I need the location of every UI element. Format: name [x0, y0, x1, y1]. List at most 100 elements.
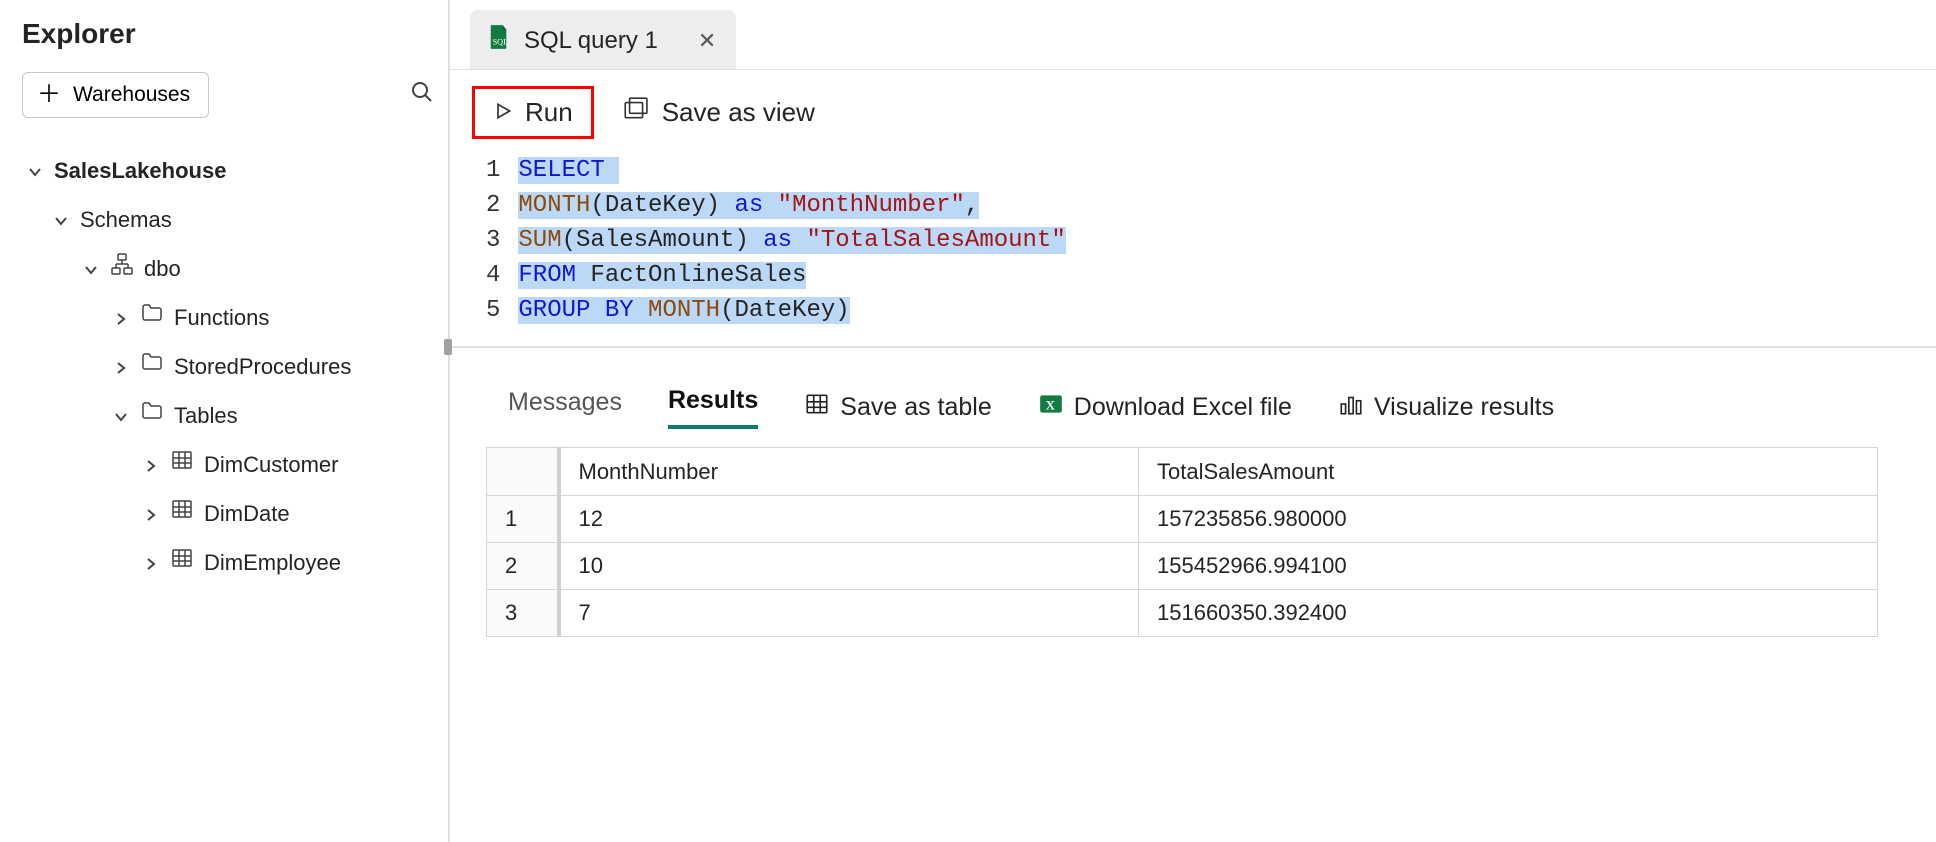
chevron-down-icon	[26, 154, 44, 187]
sql-editor[interactable]: 1 2 3 4 5 SELECT MONTH(DateKey) as "Mont…	[450, 153, 1936, 328]
main-area: SQL SQL query 1 ✕ Run Save as view 1 2 3…	[450, 0, 1936, 842]
save-as-view-icon	[622, 96, 648, 129]
tree-node-tables[interactable]: Tables	[22, 391, 434, 440]
table-row[interactable]: 3 7 151660350.392400	[487, 590, 1878, 637]
tab-sql-query-1[interactable]: SQL SQL query 1 ✕	[470, 10, 736, 69]
line-number: 5	[486, 293, 500, 328]
plus-icon: ＋	[37, 83, 61, 107]
line-number: 2	[486, 188, 500, 223]
cell-monthnumber: 7	[559, 590, 1139, 637]
cell-monthnumber: 10	[559, 543, 1139, 590]
code-token: (DateKey)	[590, 192, 720, 219]
tree-label: StoredProcedures	[174, 350, 351, 383]
save-as-table-label: Save as table	[840, 393, 992, 422]
tree-node-dimemployee[interactable]: DimEmployee	[22, 538, 434, 587]
save-as-view-button[interactable]: Save as view	[622, 96, 815, 129]
kw-as: as	[763, 227, 792, 254]
row-number: 1	[487, 496, 559, 543]
chevron-right-icon	[142, 448, 160, 481]
tab-strip: SQL SQL query 1 ✕	[450, 0, 1936, 70]
folder-icon	[140, 399, 164, 432]
tree-label: Tables	[174, 399, 238, 432]
explorer-panel: Explorer ＋ Warehouses SalesLakehouse Sch…	[0, 0, 450, 842]
tree-label: DimDate	[204, 497, 290, 530]
line-number: 4	[486, 258, 500, 293]
query-toolbar: Run Save as view	[450, 70, 1936, 151]
tab-label: SQL query 1	[524, 27, 658, 55]
rownum-header	[487, 448, 559, 496]
folder-icon	[140, 350, 164, 383]
bar-chart-icon	[1338, 391, 1364, 424]
row-number: 3	[487, 590, 559, 637]
download-excel-label: Download Excel file	[1074, 393, 1292, 422]
str-alias: "TotalSalesAmount"	[806, 227, 1065, 254]
chevron-right-icon	[112, 350, 130, 383]
play-icon	[493, 97, 513, 128]
run-label: Run	[525, 97, 573, 128]
fn-month: MONTH	[518, 192, 590, 219]
tree-label: DimEmployee	[204, 546, 341, 579]
cell-totalsalesamount: 157235856.980000	[1139, 496, 1878, 543]
results-grid[interactable]: MonthNumber TotalSalesAmount 1 12 157235…	[450, 447, 1936, 637]
svg-text:X: X	[1045, 397, 1055, 412]
add-warehouses-button[interactable]: ＋ Warehouses	[22, 72, 209, 118]
chevron-right-icon	[142, 497, 160, 530]
tree-node-dbo[interactable]: dbo	[22, 244, 434, 293]
sql-file-icon: SQL	[488, 24, 510, 57]
kw-group: GROUP	[518, 297, 590, 324]
column-header-totalsalesamount[interactable]: TotalSalesAmount	[1139, 448, 1878, 496]
tree-node-schemas[interactable]: Schemas	[22, 195, 434, 244]
save-as-table-button[interactable]: Save as table	[804, 391, 992, 424]
table-icon	[170, 497, 194, 530]
row-number: 2	[487, 543, 559, 590]
schema-icon	[110, 252, 134, 285]
table-icon	[170, 546, 194, 579]
table-row[interactable]: 1 12 157235856.980000	[487, 496, 1878, 543]
table-grid-icon	[804, 391, 830, 424]
cell-totalsalesamount: 155452966.994100	[1139, 543, 1878, 590]
chevron-down-icon	[52, 203, 70, 236]
editor-results-splitter[interactable]	[450, 346, 1936, 348]
tree-node-dimcustomer[interactable]: DimCustomer	[22, 440, 434, 489]
chevron-right-icon	[112, 301, 130, 334]
save-as-view-label: Save as view	[662, 97, 815, 128]
run-button[interactable]: Run	[472, 86, 594, 139]
tab-results[interactable]: Results	[668, 386, 758, 429]
tree-node-saleslakehouse[interactable]: SalesLakehouse	[22, 146, 434, 195]
code-body: SELECT MONTH(DateKey) as "MonthNumber", …	[518, 153, 1065, 328]
kw-by: BY	[605, 297, 634, 324]
tree-label: Functions	[174, 301, 269, 334]
chevron-down-icon	[82, 252, 100, 285]
warehouses-label: Warehouses	[73, 83, 190, 107]
str-alias: "MonthNumber"	[778, 192, 965, 219]
column-header-monthnumber[interactable]: MonthNumber	[559, 448, 1139, 496]
download-excel-button[interactable]: X Download Excel file	[1038, 391, 1292, 424]
table-row[interactable]: 2 10 155452966.994100	[487, 543, 1878, 590]
tree-node-dimdate[interactable]: DimDate	[22, 489, 434, 538]
kw-as: as	[734, 192, 763, 219]
fn-month: MONTH	[648, 297, 720, 324]
tree-node-functions[interactable]: Functions	[22, 293, 434, 342]
tree-label: DimCustomer	[204, 448, 338, 481]
line-number: 3	[486, 223, 500, 258]
cell-totalsalesamount: 151660350.392400	[1139, 590, 1878, 637]
line-number: 1	[486, 153, 500, 188]
chevron-right-icon	[142, 546, 160, 579]
close-icon[interactable]: ✕	[698, 28, 716, 54]
explorer-tree: SalesLakehouse Schemas dbo Functions Sto…	[22, 146, 434, 587]
splitter-handle-icon	[444, 339, 452, 355]
kw-select: SELECT	[518, 157, 604, 184]
tree-label: dbo	[144, 252, 181, 285]
search-icon[interactable]	[410, 80, 434, 111]
code-token: (SalesAmount)	[562, 227, 749, 254]
svg-text:SQL: SQL	[493, 37, 509, 46]
explorer-title: Explorer	[22, 18, 434, 50]
table-header-row: MonthNumber TotalSalesAmount	[487, 448, 1878, 496]
tab-messages[interactable]: Messages	[508, 388, 622, 427]
code-token: FactOnlineSales	[576, 262, 806, 289]
fn-sum: SUM	[518, 227, 561, 254]
visualize-results-button[interactable]: Visualize results	[1338, 391, 1554, 424]
tree-node-storedprocedures[interactable]: StoredProcedures	[22, 342, 434, 391]
line-gutter: 1 2 3 4 5	[486, 153, 518, 328]
kw-from: FROM	[518, 262, 576, 289]
